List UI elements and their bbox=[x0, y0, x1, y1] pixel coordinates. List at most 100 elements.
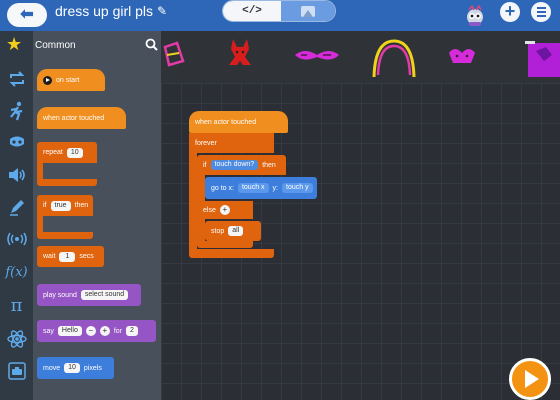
if-label: if bbox=[43, 202, 47, 209]
sprite-thumbnail-5[interactable] bbox=[447, 35, 477, 79]
category-pen[interactable] bbox=[0, 193, 33, 221]
sound-select[interactable]: select sound bbox=[80, 290, 129, 300]
plus-button[interactable]: + bbox=[99, 326, 110, 336]
play-button[interactable] bbox=[509, 358, 551, 400]
top-bar: ⬅ dress up girl pls ✎ </> + bbox=[0, 0, 560, 31]
speaker-icon bbox=[8, 168, 25, 182]
minus-button[interactable]: − bbox=[85, 326, 96, 336]
sprite-thumbnail-6[interactable] bbox=[522, 35, 560, 79]
move-distance-input[interactable]: 10 bbox=[64, 363, 80, 373]
play-sound-label: play sound bbox=[43, 291, 77, 299]
repeat-block[interactable]: repeat 10 bbox=[37, 142, 97, 163]
sprite-thumbnail-4[interactable] bbox=[369, 35, 419, 79]
touch-down-condition[interactable]: touch down? bbox=[210, 160, 259, 170]
touch-x-value[interactable]: touch x bbox=[237, 183, 269, 193]
on-start-label: on start bbox=[56, 76, 80, 84]
runner-icon bbox=[9, 101, 22, 121]
wait-block[interactable]: wait 1 secs bbox=[37, 246, 104, 267]
menu-button[interactable] bbox=[531, 2, 551, 22]
script-go-to-block[interactable]: go to x: touch x y: touch y bbox=[205, 177, 317, 199]
sprite-strip bbox=[161, 31, 560, 83]
if-block[interactable]: if true then bbox=[37, 195, 93, 216]
category-control[interactable] bbox=[0, 65, 33, 93]
search-icon[interactable] bbox=[145, 38, 158, 51]
category-motion[interactable] bbox=[0, 97, 33, 125]
say-text-input[interactable]: Hello bbox=[57, 326, 82, 336]
else-plus-button[interactable]: + bbox=[219, 205, 230, 215]
back-button[interactable]: ⬅ bbox=[7, 3, 47, 27]
palette-header: ★ Common bbox=[6, 31, 161, 57]
code-view-tab[interactable]: </> bbox=[223, 1, 281, 21]
if-condition-input[interactable]: true bbox=[50, 200, 71, 211]
category-sound[interactable] bbox=[0, 161, 33, 189]
stop-label: stop bbox=[211, 227, 225, 235]
category-math[interactable]: π bbox=[0, 291, 33, 319]
script-hat-label: when actor touched bbox=[195, 118, 257, 126]
wait-seconds-input[interactable]: 1 bbox=[59, 251, 76, 262]
if-bottom bbox=[197, 241, 253, 248]
function-icon: f(x) bbox=[5, 264, 28, 280]
wait-label: wait bbox=[43, 253, 56, 260]
script-stop-block[interactable]: stop all bbox=[205, 221, 261, 241]
stop-option-select[interactable]: all bbox=[228, 226, 244, 236]
back-arrow-icon: ⬅ bbox=[20, 6, 34, 23]
else-arm bbox=[197, 219, 205, 243]
pencil-icon[interactable]: ✎ bbox=[157, 4, 167, 18]
else-label: else bbox=[203, 206, 216, 214]
category-events[interactable] bbox=[0, 225, 33, 253]
say-duration-input[interactable]: 2 bbox=[126, 326, 138, 336]
repeat-label: repeat bbox=[43, 149, 63, 156]
plus-icon: + bbox=[504, 1, 516, 21]
star-icon[interactable]: ★ bbox=[6, 35, 22, 53]
y-label: y: bbox=[272, 184, 278, 192]
code-icon: </> bbox=[242, 5, 262, 17]
say-label: say bbox=[43, 327, 54, 335]
repeat-count-input[interactable]: 10 bbox=[66, 147, 83, 158]
move-block[interactable]: move 10 pixels bbox=[37, 357, 114, 379]
atom-icon bbox=[6, 330, 27, 348]
sprite-thumbnail-2[interactable] bbox=[227, 35, 253, 79]
scene-icon bbox=[301, 5, 315, 17]
repeat-icon bbox=[9, 71, 24, 87]
script-when-actor-touched[interactable]: when actor touched bbox=[189, 111, 288, 133]
for-label: for bbox=[113, 327, 123, 335]
script-else-block[interactable]: else + bbox=[197, 201, 253, 219]
pi-icon: π bbox=[10, 294, 23, 316]
secs-label: secs bbox=[79, 253, 94, 260]
sprite-thumbnail-1[interactable] bbox=[163, 35, 185, 79]
script-forever-block[interactable]: forever bbox=[189, 133, 274, 153]
play-sound-block[interactable]: play sound select sound bbox=[37, 284, 141, 306]
script-if-label: if bbox=[203, 161, 207, 169]
category-functions[interactable]: f(x) bbox=[0, 258, 33, 286]
play-icon bbox=[43, 75, 52, 85]
pen-icon bbox=[9, 200, 24, 216]
broadcast-icon bbox=[6, 232, 27, 246]
palette-title: Common bbox=[35, 40, 76, 51]
touch-y-value[interactable]: touch y bbox=[282, 183, 313, 193]
scene-view-tab[interactable] bbox=[281, 1, 335, 21]
move-label: move bbox=[43, 364, 61, 372]
say-block[interactable]: say Hello − + for 2 bbox=[37, 320, 156, 342]
category-camera[interactable] bbox=[0, 357, 33, 385]
category-physics[interactable] bbox=[0, 325, 33, 353]
project-title[interactable]: dress up girl pls bbox=[55, 2, 153, 20]
script-then-label: then bbox=[262, 161, 276, 169]
forever-label: forever bbox=[195, 139, 217, 147]
on-start-block[interactable]: on start bbox=[37, 69, 105, 91]
repeat-block-arm bbox=[37, 163, 43, 179]
pixels-label: pixels bbox=[83, 364, 102, 372]
if-arm bbox=[197, 175, 205, 201]
sprite-thumbnail-3[interactable] bbox=[293, 35, 341, 79]
then-label: then bbox=[74, 202, 89, 209]
when-actor-touched-label: when actor touched bbox=[43, 114, 105, 122]
camera-icon bbox=[7, 362, 26, 380]
forever-arm bbox=[189, 153, 197, 249]
script-if-block[interactable]: if touch down? then bbox=[197, 155, 286, 175]
category-looks[interactable] bbox=[0, 129, 33, 157]
category-rail: f(x) π bbox=[0, 31, 33, 400]
when-actor-touched-block[interactable]: when actor touched bbox=[37, 107, 126, 129]
if-block-arm bbox=[37, 216, 43, 232]
add-button[interactable]: + bbox=[500, 2, 520, 22]
view-toggle: </> bbox=[222, 0, 336, 22]
avatar-icon[interactable] bbox=[462, 5, 488, 27]
